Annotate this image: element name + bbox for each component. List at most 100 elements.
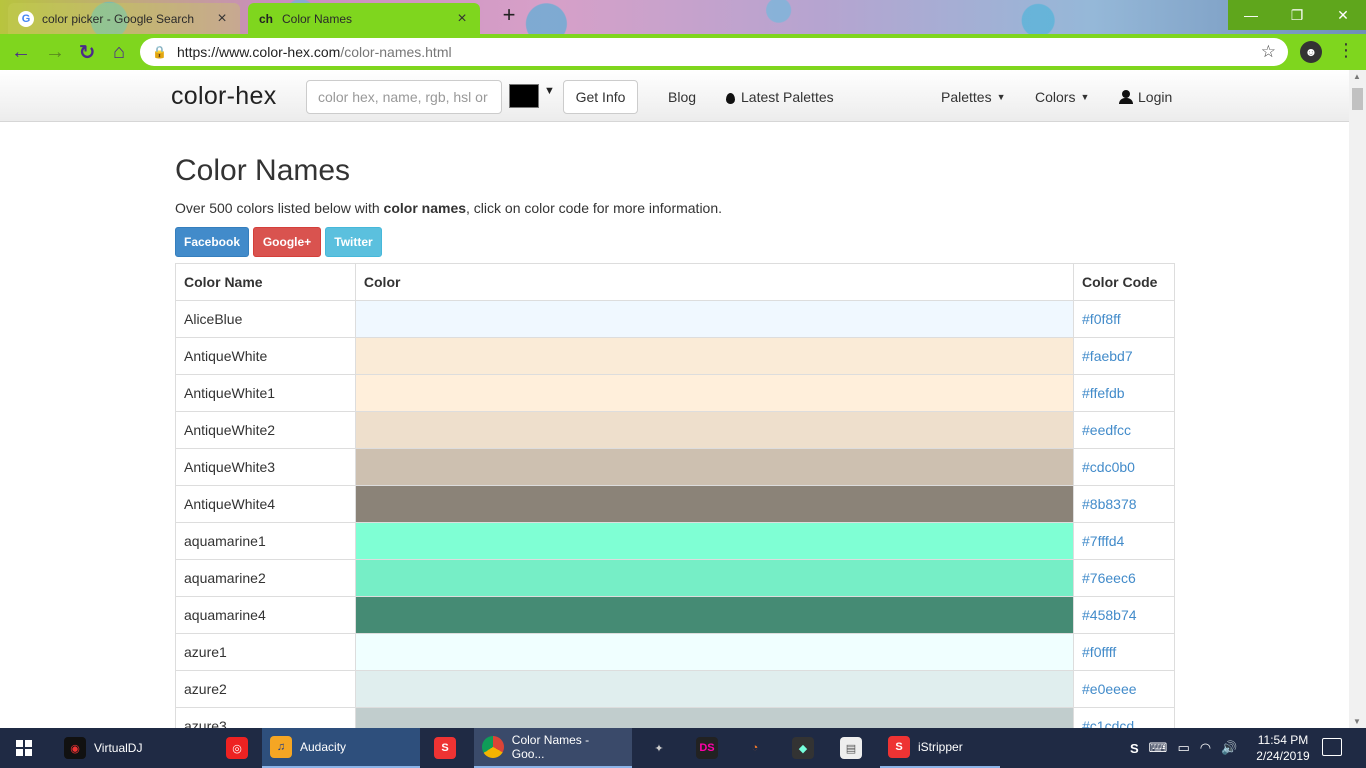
table-row: aquamarine1 #7fffd4 [175,522,1175,560]
color-code-link[interactable]: #cdc0b0 [1082,459,1135,475]
table-header-row: Color Name Color Color Code [175,263,1175,301]
color-swatch-cell [354,448,1075,486]
color-code-link[interactable]: #8b8378 [1082,496,1137,512]
color-code-cell: #cdc0b0 [1073,448,1175,486]
tint-drop-icon [726,92,735,104]
color-code-link[interactable]: #c1cdcd [1082,718,1134,728]
color-name-cell: azure1 [175,633,356,671]
color-swatch-picker[interactable] [509,84,539,108]
google-plus-share-button[interactable]: Google+ [253,227,321,257]
chevron-down-icon[interactable]: ▼ [544,85,555,97]
color-names-table: Color Name Color Color Code AliceBlue #f0… [175,263,1175,728]
taskbar-app[interactable]: S [426,728,464,768]
close-window-button[interactable]: ✕ [1320,0,1366,30]
nav-login-link[interactable]: Login [1119,89,1172,105]
color-name-cell: azure3 [175,707,356,728]
scroll-down-arrow-icon[interactable]: ▼ [1353,717,1361,726]
chrome-icon [482,736,504,758]
header-color-code: Color Code [1073,263,1175,301]
address-bar[interactable]: 🔒 https://www.color-hex.com/color-names.… [140,38,1288,66]
twitter-share-button[interactable]: Twitter [325,227,382,257]
battery-icon[interactable]: ▭ [1177,740,1189,756]
taskbar-app[interactable]: ◎ [218,728,256,768]
nav-palettes-dropdown[interactable]: Palettes ▼ [941,89,1006,105]
table-row: azure1 #f0ffff [175,633,1175,671]
start-button[interactable] [0,728,48,768]
taskbar-app[interactable]: ◆ [784,728,822,768]
volume-icon[interactable]: 🔊 [1221,740,1237,756]
color-name-cell: aquamarine4 [175,596,356,634]
color-code-cell: #faebd7 [1073,337,1175,375]
facebook-share-button[interactable]: Facebook [175,227,249,257]
color-code-link[interactable]: #7fffd4 [1082,533,1124,549]
color-code-link[interactable]: #ffefdb [1082,385,1125,401]
color-code-cell: #f0ffff [1073,633,1175,671]
new-tab-button[interactable]: + [496,4,522,27]
color-code-cell: #ffefdb [1073,374,1175,412]
blender-icon: ◔ [751,742,759,754]
color-code-link[interactable]: #eedfcc [1082,422,1131,438]
tab-title: Color Names [282,11,353,26]
scroll-thumb[interactable] [1352,88,1363,110]
home-icon[interactable]: ⌂ [104,37,134,67]
close-tab-icon[interactable]: × [454,10,470,28]
color-code-link[interactable]: #458b74 [1082,607,1137,623]
istripper-icon: S [888,736,910,758]
table-row: aquamarine4 #458b74 [175,596,1175,634]
color-name-cell: azure2 [175,670,356,708]
close-tab-icon[interactable]: × [214,10,230,28]
color-code-link[interactable]: #faebd7 [1082,348,1133,364]
color-name-cell: AntiqueWhite4 [175,485,356,523]
taskbar-app[interactable]: ◔ [736,728,774,768]
lock-icon: 🔒 [152,45,167,59]
scroll-up-arrow-icon[interactable]: ▲ [1353,72,1361,81]
wifi-icon[interactable]: ◠ [1200,740,1211,756]
get-info-button[interactable]: Get Info [563,80,638,114]
minimize-button[interactable]: — [1228,0,1274,30]
taskbar-app[interactable]: ▤ [832,728,870,768]
table-row: AntiqueWhite #faebd7 [175,337,1175,375]
system-clock[interactable]: 11:54 PM 2/24/2019 [1252,732,1314,764]
forward-arrow-icon[interactable]: → [40,37,70,67]
tab-color-names[interactable]: ch Color Names × [248,3,480,34]
color-code-link[interactable]: #f0ffff [1082,644,1116,660]
tray-app-icon[interactable]: S [1130,741,1139,756]
site-navbar: color-hex ▼ Get Info Blog Latest Palette… [0,70,1349,122]
page-scrollbar[interactable]: ▲ ▼ [1349,70,1366,728]
bookmark-star-icon[interactable]: ☆ [1261,42,1276,62]
color-code-link[interactable]: #e0eeee [1082,681,1137,697]
color-code-link[interactable]: #76eec6 [1082,570,1136,586]
maximize-button[interactable]: ❐ [1274,0,1320,30]
extension-avatar-icon[interactable]: ☻ [1300,41,1322,63]
taskbar-app[interactable]: ✦ [640,728,678,768]
nav-colors-label: Colors [1035,89,1076,105]
notification-center-icon[interactable] [1322,738,1342,756]
back-arrow-icon[interactable]: ← [6,37,36,67]
taskbar-audacity[interactable]: ♫ Audacity [262,728,420,768]
color-search-input[interactable] [306,80,502,114]
taskbar-virtualdj[interactable]: ◉ VirtualDJ [56,728,150,768]
color-name-cell: AliceBlue [175,300,356,338]
nav-latest-palettes-label: Latest Palettes [741,89,834,105]
taskbar-istripper[interactable]: S iStripper [880,728,1000,768]
reload-icon[interactable]: ↻ [72,37,102,67]
tab-google-search[interactable]: G color picker - Google Search × [8,3,240,34]
table-row: azure2 #e0eeee [175,670,1175,708]
windows-logo-icon [16,740,32,756]
chrome-menu-icon[interactable]: ⋮ [1334,40,1358,64]
site-logo[interactable]: color-hex [171,82,277,111]
color-code-cell: #76eec6 [1073,559,1175,597]
color-code-cell: #eedfcc [1073,411,1175,449]
color-name-cell: AntiqueWhite2 [175,411,356,449]
google-favicon-icon: G [18,10,34,27]
nav-colors-dropdown[interactable]: Colors ▼ [1035,89,1089,105]
nav-latest-palettes-link[interactable]: Latest Palettes [726,89,834,105]
color-code-link[interactable]: #f0f8ff [1082,311,1121,327]
nav-blog-link[interactable]: Blog [668,89,696,105]
keyboard-icon[interactable]: ⌨ [1149,740,1168,756]
taskbar-chrome[interactable]: Color Names - Goo... [474,728,632,768]
page-title: Color Names [175,154,351,187]
color-hex-favicon-icon: ch [258,11,273,26]
taskbar-label: Color Names - Goo... [511,733,590,761]
taskbar-app[interactable]: DS [688,728,726,768]
